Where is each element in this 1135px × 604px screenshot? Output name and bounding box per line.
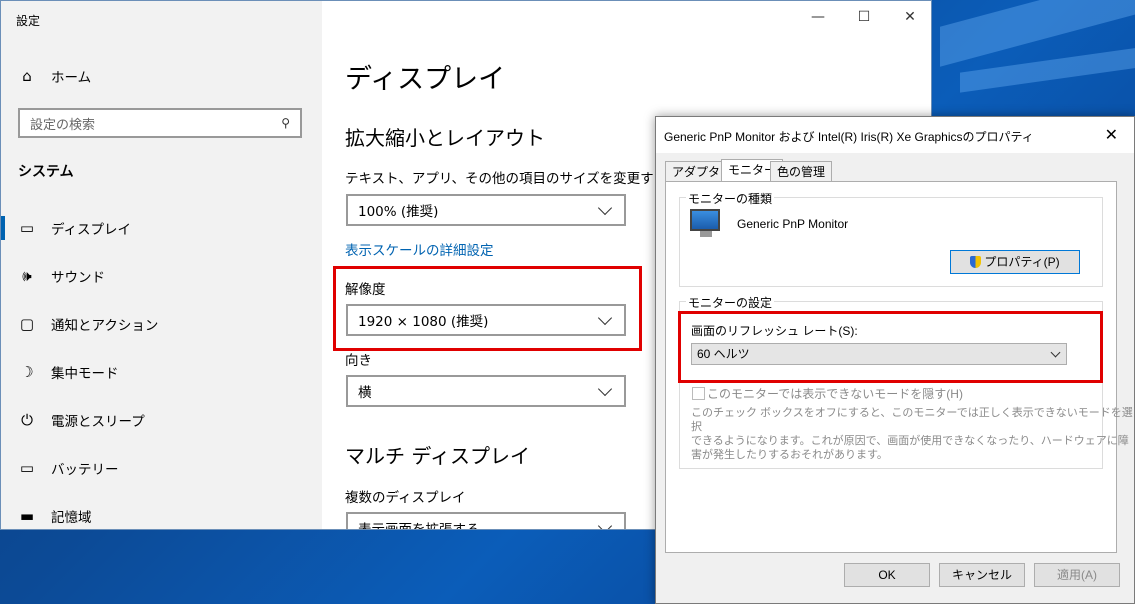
app-title: 設定 [16, 14, 41, 28]
close-button[interactable]: ✕ [895, 9, 925, 25]
monitor-stand-icon [700, 231, 712, 237]
multi-display-label: 複数のディスプレイ [345, 490, 466, 506]
monitor-icon: ▭ [19, 219, 35, 237]
notification-icon: ▢ [19, 315, 35, 333]
nav-power[interactable]: ⏻ 電源とスリープ [1, 398, 322, 442]
shield-icon [970, 256, 982, 268]
moon-icon: ☽ [20, 363, 34, 381]
storage-icon: ▬ [19, 507, 35, 525]
search-input[interactable]: 設定の検索 ⚲ [18, 108, 302, 138]
properties-button[interactable]: プロパティ(P) [950, 250, 1080, 274]
tab-color-management[interactable]: 色の管理 [770, 161, 833, 181]
search-icon: ⚲ [281, 116, 290, 130]
highlight-box-refresh-rate [678, 311, 1103, 383]
nav-display[interactable]: ▭ ディスプレイ [1, 206, 322, 250]
power-icon: ⏻ [21, 411, 33, 429]
highlight-box-resolution [333, 266, 642, 351]
hide-modes-desc-line: できるようになります。これが原因で、画面が使用できなくなったり、ハードウェアに障 [691, 435, 1129, 447]
hide-modes-checkbox[interactable] [692, 387, 705, 400]
dialog-title: Generic PnP Monitor および Intel(R) Iris(R)… [664, 130, 1034, 144]
chevron-down-icon [597, 518, 613, 529]
hide-modes-description: このチェック ボックスをオフにすると、このモニターでは正しく表示できないモードを… [691, 406, 1134, 462]
minimize-button[interactable]: — [803, 9, 833, 25]
hide-modes-desc-line: このチェック ボックスをオフにすると、このモニターでは正しく表示できないモードを… [691, 407, 1133, 433]
monitor-properties-dialog: Generic PnP Monitor および Intel(R) Iris(R)… [655, 116, 1135, 604]
advanced-scaling-link[interactable]: 表示スケールの詳細設定 [345, 239, 494, 259]
monitor-name: Generic PnP Monitor [737, 217, 849, 231]
multi-display-value: 表示画面を拡張する [358, 522, 480, 530]
ok-button[interactable]: OK [844, 563, 930, 587]
multi-display-dropdown[interactable]: 表示画面を拡張する [346, 512, 626, 530]
hide-modes-label: このモニターでは表示できないモードを隠す(H) [707, 387, 963, 401]
nav-focus-label: 集中モード [51, 366, 119, 382]
orientation-value: 横 [358, 385, 372, 401]
chevron-down-icon [597, 381, 613, 396]
nav-focus[interactable]: ☽ 集中モード [1, 350, 322, 394]
home-icon: ⌂ [22, 67, 32, 85]
dialog-titlebar: Generic PnP Monitor および Intel(R) Iris(R)… [656, 117, 1134, 153]
close-icon[interactable]: ✕ [1105, 125, 1118, 145]
apply-button[interactable]: 適用(A) [1034, 563, 1120, 587]
orientation-label: 向き [345, 353, 372, 369]
nav-sound[interactable]: 🕪 サウンド [1, 254, 322, 298]
settings-sidebar: 設定 ⌂ ホーム 設定の検索 ⚲ システム ▭ ディスプレイ 🕪 サウンド ▢ … [1, 1, 322, 529]
text-size-value: 100% (推奨) [358, 204, 439, 220]
group-label-monitor-settings: モニターの設定 [686, 294, 775, 311]
properties-button-label: プロパティ(P) [984, 255, 1060, 269]
hide-modes-desc-line: 害が発生したりするおそれがあります。 [691, 449, 888, 461]
nav-storage[interactable]: ▬ 記憶域 [1, 494, 322, 529]
monitor-icon [690, 209, 720, 231]
text-size-label: テキスト、アプリ、その他の項目のサイズを変更する [345, 171, 668, 187]
search-placeholder: 設定の検索 [30, 117, 96, 133]
nav-home-label: ホーム [51, 70, 92, 86]
nav-notifications[interactable]: ▢ 通知とアクション [1, 302, 322, 346]
nav-battery[interactable]: ▭ バッテリー [1, 446, 322, 490]
nav-display-label: ディスプレイ [51, 222, 132, 238]
nav-notifications-label: 通知とアクション [51, 318, 159, 334]
section-scale-layout: 拡大縮小とレイアウト [345, 126, 545, 150]
group-label-monitor-type: モニターの種類 [686, 190, 775, 207]
nav-sound-label: サウンド [51, 270, 105, 286]
section-header-system: システム [18, 164, 74, 180]
chevron-down-icon [597, 200, 613, 215]
section-multi-display: マルチ ディスプレイ [345, 444, 530, 468]
nav-battery-label: バッテリー [51, 462, 119, 478]
text-size-dropdown[interactable]: 100% (推奨) [346, 194, 626, 226]
page-title: ディスプレイ [345, 64, 506, 95]
cancel-button[interactable]: キャンセル [939, 563, 1025, 587]
nav-power-label: 電源とスリープ [51, 414, 145, 430]
nav-home[interactable]: ⌂ ホーム [1, 54, 322, 98]
speaker-icon: 🕪 [22, 267, 32, 285]
maximize-button[interactable]: ☐ [849, 9, 879, 25]
nav-storage-label: 記憶域 [51, 510, 92, 526]
orientation-dropdown[interactable]: 横 [346, 375, 626, 407]
battery-icon: ▭ [19, 459, 35, 477]
